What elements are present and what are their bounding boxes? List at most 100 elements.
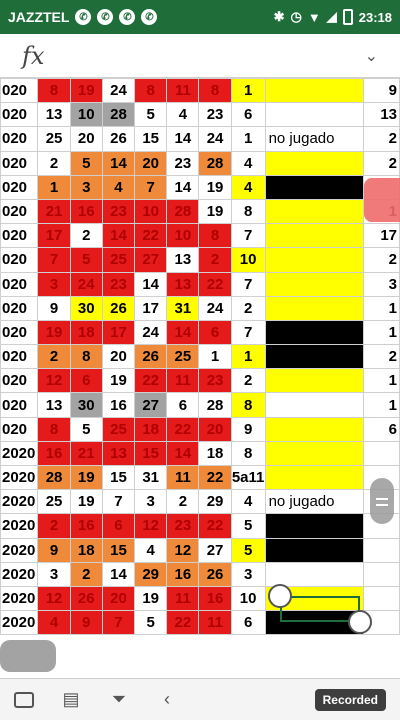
grid-cell[interactable]: 9 (37, 295, 71, 321)
grid-cell[interactable]: 28 (37, 464, 71, 491)
grid-cell[interactable]: 22 (198, 271, 232, 297)
grid-cell[interactable] (264, 416, 365, 442)
grid-cell[interactable] (264, 247, 365, 273)
horizontal-scroll-handle[interactable] (0, 640, 56, 672)
grid-cell[interactable]: 6 (166, 392, 200, 418)
grid-cell[interactable]: 22 (198, 464, 232, 491)
grid-cell[interactable]: 13 (37, 102, 71, 128)
grid-cell[interactable]: 13 (101, 440, 136, 467)
grid-cell[interactable] (363, 561, 400, 587)
grid-cell[interactable]: 28 (198, 150, 232, 176)
sheet-icon[interactable]: ▤ (60, 689, 82, 710)
grid-cell[interactable]: 8 (134, 78, 168, 104)
grid-cell[interactable]: 4 (37, 610, 71, 636)
grid-cell[interactable]: 13 (363, 102, 400, 128)
grid-cell[interactable]: 4 (101, 174, 136, 200)
grid-cell[interactable]: 26 (198, 561, 232, 587)
grid-cell[interactable] (264, 78, 365, 104)
grid-cell[interactable]: 14 (166, 319, 200, 346)
grid-cell[interactable]: 12 (37, 585, 71, 612)
row-year-cell[interactable]: 2020 (0, 537, 39, 563)
row-year-cell[interactable]: 2020 (0, 464, 39, 491)
grid-cell[interactable]: 1 (363, 368, 400, 394)
grid-cell[interactable] (264, 223, 365, 249)
grid-cell[interactable]: 8 (37, 416, 71, 442)
grid-cell[interactable]: 3 (134, 489, 168, 515)
grid-cell[interactable]: 19 (198, 174, 232, 200)
floating-side-tab[interactable] (364, 178, 400, 222)
grid-cell[interactable]: 26 (134, 344, 168, 370)
selection-handle-start[interactable] (268, 584, 292, 608)
grid-cell[interactable]: 20 (134, 150, 168, 176)
grid-cell[interactable]: 30 (69, 295, 103, 321)
grid-cell[interactable]: 12 (37, 368, 71, 394)
grid-cell[interactable]: 7 (101, 610, 136, 636)
grid-cell[interactable] (264, 150, 365, 176)
grid-cell[interactable]: 19 (69, 78, 103, 104)
grid-cell[interactable] (264, 102, 365, 128)
grid-cell[interactable]: 24 (134, 319, 168, 346)
spreadsheet-grid[interactable]: 020 8 19 24 8 11 8 1 9 020 13 10 28 5 4 23 6 13 020 25 20 26 1… (0, 78, 400, 678)
grid-cell[interactable]: 6 (198, 319, 232, 346)
grid-cell[interactable]: 18 (69, 537, 103, 563)
grid-cell[interactable]: 20 (69, 126, 103, 152)
grid-cell[interactable]: 20 (198, 416, 232, 442)
grid-cell[interactable]: 19 (198, 198, 232, 225)
grid-cell[interactable] (363, 537, 400, 563)
grid-cell[interactable]: 22 (198, 513, 232, 539)
grid-cell[interactable]: 24 (101, 78, 136, 104)
grid-cell[interactable]: 15 (101, 537, 136, 563)
grid-cell[interactable]: 10 (230, 585, 266, 612)
grid-cell[interactable]: 2 (166, 489, 200, 515)
grid-cell[interactable]: 21 (69, 440, 103, 467)
grid-cell[interactable]: 1 (37, 174, 71, 200)
formula-bar[interactable]: fx ⌄ (0, 34, 400, 78)
grid-cell[interactable]: 2 (363, 126, 400, 152)
grid-cell[interactable]: 28 (166, 198, 200, 225)
grid-cell[interactable] (363, 440, 400, 467)
grid-cell[interactable]: 4 (134, 537, 168, 563)
grid-cell[interactable]: 17 (363, 223, 400, 249)
grid-cell[interactable]: 3 (37, 271, 71, 297)
grid-cell[interactable]: 8 (198, 223, 232, 249)
grid-cell[interactable]: 8 (230, 198, 266, 225)
grid-cell[interactable]: 27 (134, 392, 168, 418)
grid-cell[interactable]: 13 (166, 247, 200, 273)
grid-cell[interactable]: 8 (230, 392, 266, 418)
row-year-cell[interactable]: 020 (0, 150, 39, 176)
row-year-cell[interactable]: 2020 (0, 513, 39, 539)
grid-cell[interactable]: 14 (134, 271, 168, 297)
grid-cell[interactable]: 27 (198, 537, 232, 563)
grid-cell[interactable]: 30 (69, 392, 103, 418)
grid-cell[interactable]: 15 (134, 126, 168, 152)
grid-cell[interactable] (264, 295, 365, 321)
row-year-cell[interactable]: 2020 (0, 585, 39, 612)
grid-cell[interactable]: 17 (37, 223, 71, 249)
grid-cell[interactable]: no jugado (264, 489, 365, 515)
grid-cell[interactable]: 11 (166, 585, 200, 612)
grid-cell[interactable]: 28 (198, 392, 232, 418)
grid-cell[interactable] (264, 392, 365, 418)
grid-cell[interactable]: 15 (134, 440, 168, 467)
grid-cell[interactable]: 19 (37, 319, 71, 346)
grid-cell[interactable]: 11 (198, 610, 232, 636)
grid-cell[interactable]: 22 (134, 368, 168, 394)
grid-cell[interactable]: 6 (230, 102, 266, 128)
grid-cell[interactable]: 5 (134, 610, 168, 636)
grid-cell[interactable]: 1 (230, 344, 266, 370)
grid-cell[interactable]: 22 (134, 223, 168, 249)
chevron-down-icon[interactable]: ⌄ (365, 46, 378, 66)
grid-cell[interactable]: 7 (230, 271, 266, 297)
grid-cell[interactable]: 2 (363, 247, 400, 273)
grid-cell[interactable]: 2 (363, 150, 400, 176)
grid-cell[interactable]: 25 (37, 489, 71, 515)
grid-cell[interactable]: no jugado (264, 126, 365, 152)
grid-cell[interactable]: 31 (166, 295, 200, 321)
row-year-cell[interactable]: 020 (0, 223, 39, 249)
grid-cell[interactable] (264, 368, 365, 394)
grid-cell[interactable]: 23 (198, 102, 232, 128)
grid-cell[interactable]: 26 (101, 295, 136, 321)
grid-cell[interactable]: 20 (101, 344, 136, 370)
grid-cell[interactable]: 23 (101, 198, 136, 225)
grid-cell[interactable]: 8 (37, 78, 71, 104)
